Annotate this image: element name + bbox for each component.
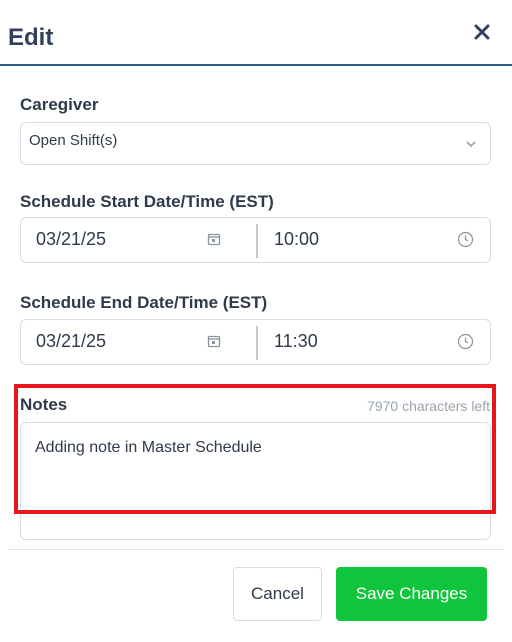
end-time-value: 11:30 — [274, 331, 318, 351]
caregiver-select[interactable]: Open Shift(s) — [20, 122, 491, 165]
schedule-end-label: Schedule End Date/Time (EST) — [20, 293, 268, 312]
notes-highlight-box — [14, 384, 496, 514]
calendar-icon[interactable] — [207, 232, 221, 246]
date-time-divider — [256, 326, 258, 360]
end-date-input[interactable]: 03/21/25 — [21, 320, 256, 364]
schedule-end-field: 03/21/25 11:30 — [20, 319, 491, 365]
caregiver-select-value: Open Shift(s) — [29, 132, 118, 149]
calendar-icon[interactable] — [207, 334, 221, 348]
end-time-input[interactable]: 11:30 — [259, 320, 490, 364]
schedule-start-field: 03/21/25 10:00 — [20, 217, 491, 263]
chevron-down-icon — [466, 141, 476, 148]
end-date-value: 03/21/25 — [36, 331, 107, 351]
cancel-button[interactable]: Cancel — [233, 567, 322, 621]
clock-icon[interactable] — [457, 333, 474, 350]
modal-header: Edit — [0, 0, 512, 66]
start-time-input[interactable]: 10:00 — [259, 218, 490, 262]
footer-divider — [8, 549, 504, 550]
caregiver-label: Caregiver — [20, 95, 99, 114]
modal-title: Edit — [8, 24, 54, 51]
close-icon — [474, 24, 490, 40]
clock-icon[interactable] — [457, 231, 474, 248]
start-time-value: 10:00 — [274, 229, 320, 249]
date-time-divider — [256, 224, 258, 258]
edit-modal: Edit Caregiver Open Shift(s) Schedule St… — [0, 0, 512, 642]
save-changes-button[interactable]: Save Changes — [336, 567, 487, 621]
schedule-start-label: Schedule Start Date/Time (EST) — [20, 192, 274, 211]
start-date-value: 03/21/25 — [36, 229, 107, 249]
close-button[interactable] — [470, 20, 494, 44]
start-date-input[interactable]: 03/21/25 — [21, 218, 256, 262]
